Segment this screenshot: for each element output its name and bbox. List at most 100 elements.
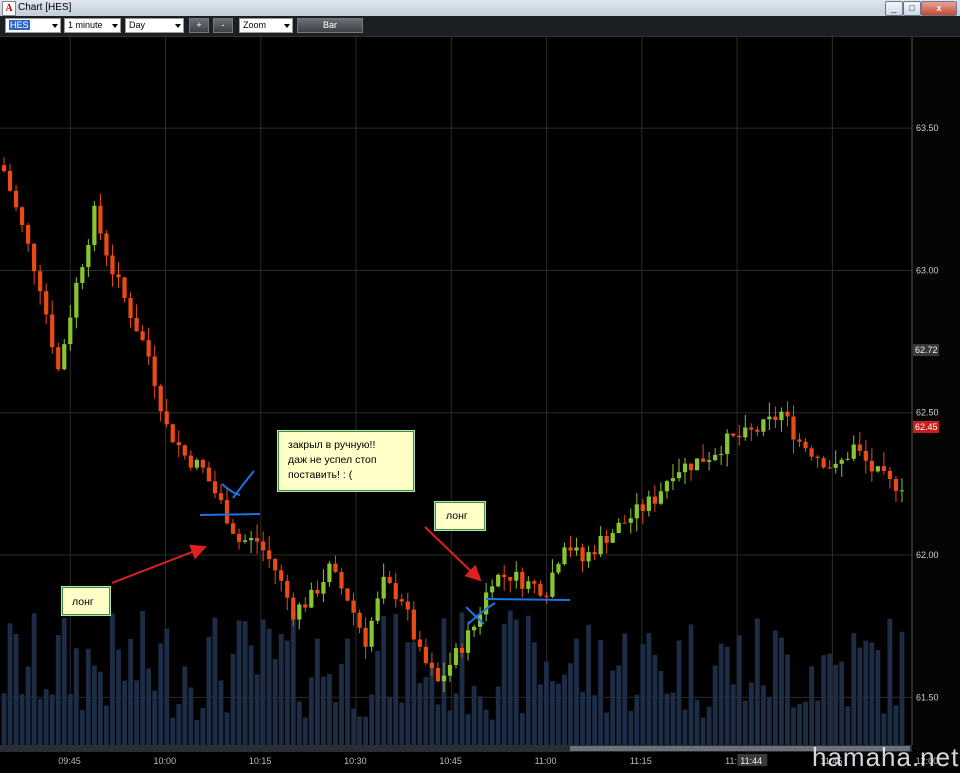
candle-body bbox=[182, 445, 187, 456]
volume-bar bbox=[308, 677, 314, 745]
entry-arrow-2 bbox=[424, 526, 482, 582]
candle-body bbox=[212, 481, 218, 494]
candle-body bbox=[98, 205, 103, 234]
symbol-dropdown[interactable]: HES bbox=[5, 18, 61, 33]
volume-bar bbox=[760, 685, 766, 745]
note-long-entry-1: лонг bbox=[62, 587, 110, 615]
volume-bar bbox=[182, 666, 188, 745]
volume-bar bbox=[333, 702, 338, 745]
candle-body bbox=[399, 599, 404, 602]
volume-bar bbox=[43, 689, 49, 745]
candle-body bbox=[279, 570, 284, 581]
volume-bar bbox=[200, 708, 206, 745]
candle-body bbox=[387, 576, 392, 584]
candle-body bbox=[242, 540, 248, 542]
chevron-down-icon bbox=[112, 24, 118, 28]
volume-bar bbox=[164, 628, 170, 745]
price-tick-label: 63.00 bbox=[916, 265, 939, 275]
volume-bar bbox=[604, 712, 610, 745]
volume-bar bbox=[845, 706, 851, 745]
candle-body bbox=[194, 459, 199, 468]
interval-dropdown[interactable]: 1 minute bbox=[64, 18, 121, 33]
volume-bar bbox=[236, 620, 242, 745]
volume-bar bbox=[176, 703, 182, 745]
candle-body bbox=[44, 291, 49, 315]
volume-bar bbox=[55, 634, 61, 745]
volume-bar bbox=[700, 717, 706, 745]
candle-body bbox=[128, 297, 133, 318]
volume-bar bbox=[61, 618, 67, 745]
volume-bar bbox=[104, 705, 109, 745]
candle-body bbox=[658, 491, 664, 504]
chart-type-button[interactable]: Bar bbox=[297, 18, 363, 33]
maximize-button[interactable]: □ bbox=[903, 1, 921, 16]
close-button[interactable]: x bbox=[921, 1, 957, 16]
candlestick-chart[interactable]: 63.50 63.00 62.50 62.00 61.50 62.72 62.45 09:45… bbox=[0, 37, 960, 768]
volume-bar bbox=[447, 710, 453, 745]
zoom-dropdown[interactable]: Zoom bbox=[239, 18, 293, 33]
candle-body bbox=[188, 455, 193, 468]
candle-body bbox=[56, 347, 61, 370]
candle-body bbox=[604, 536, 609, 543]
window-title: Chart [HES] bbox=[18, 2, 72, 13]
volume-bar bbox=[785, 654, 790, 745]
candle-body bbox=[694, 458, 700, 471]
candle-body bbox=[13, 190, 19, 208]
candle-body bbox=[236, 533, 242, 542]
candle-body bbox=[761, 419, 766, 432]
volume-bar bbox=[134, 680, 139, 745]
candle-body bbox=[664, 481, 670, 492]
volume-bar bbox=[531, 642, 537, 745]
volume-bar bbox=[375, 650, 381, 745]
candle-body bbox=[164, 411, 169, 425]
candle-body bbox=[429, 663, 435, 669]
volume-bar bbox=[821, 655, 827, 745]
candle-body bbox=[610, 533, 615, 543]
exit-level-line-2 bbox=[485, 598, 571, 601]
volume-bar bbox=[857, 647, 863, 745]
price-chart[interactable]: 63.50 63.00 62.50 62.00 61.50 62.72 62.45 09:45… bbox=[0, 37, 960, 768]
minimize-button[interactable]: _ bbox=[885, 1, 903, 16]
volume-bar bbox=[833, 664, 839, 745]
volume-bar bbox=[1, 693, 7, 745]
zoom-in-button[interactable]: + bbox=[189, 18, 209, 33]
zoom-out-button[interactable]: - bbox=[213, 18, 233, 33]
volume-bar bbox=[670, 692, 676, 745]
candle-body bbox=[568, 547, 573, 551]
candle-body bbox=[827, 467, 832, 469]
volume-bar bbox=[266, 628, 272, 745]
candle-body bbox=[749, 427, 754, 430]
volume-bar bbox=[242, 621, 248, 745]
candle-body bbox=[640, 504, 645, 511]
candle-body bbox=[261, 541, 266, 551]
candle-body bbox=[580, 547, 585, 562]
note-long-1-text: лонг bbox=[72, 596, 94, 608]
candle-body bbox=[881, 466, 887, 471]
candle-body bbox=[393, 583, 398, 600]
period-dropdown[interactable]: Day bbox=[125, 18, 184, 33]
volume-bar bbox=[489, 719, 495, 745]
time-tick-label: 10:30 bbox=[344, 756, 367, 766]
candle-body bbox=[779, 411, 784, 421]
candle-body bbox=[74, 282, 79, 318]
candle-body bbox=[465, 630, 471, 653]
candle-body bbox=[25, 225, 31, 244]
volume-bar bbox=[773, 630, 778, 745]
time-tick-label: 11:00 bbox=[535, 756, 557, 766]
candle-body bbox=[122, 277, 127, 298]
candle-body bbox=[291, 597, 296, 620]
candle-body bbox=[646, 496, 651, 511]
volume-bar bbox=[827, 653, 833, 745]
chevron-down-icon bbox=[52, 24, 58, 28]
note-long-entry-2: лонг bbox=[435, 502, 485, 530]
volume-bar bbox=[260, 619, 266, 745]
chevron-down-icon bbox=[284, 24, 290, 28]
candle-body bbox=[785, 411, 790, 417]
volume-bar bbox=[158, 643, 164, 745]
exit-level-line-1 bbox=[199, 513, 261, 516]
volume-bar bbox=[495, 686, 501, 745]
candle-body bbox=[634, 504, 639, 519]
candle-body bbox=[652, 496, 657, 504]
volume-bar bbox=[513, 619, 519, 745]
candle-body bbox=[538, 583, 543, 596]
